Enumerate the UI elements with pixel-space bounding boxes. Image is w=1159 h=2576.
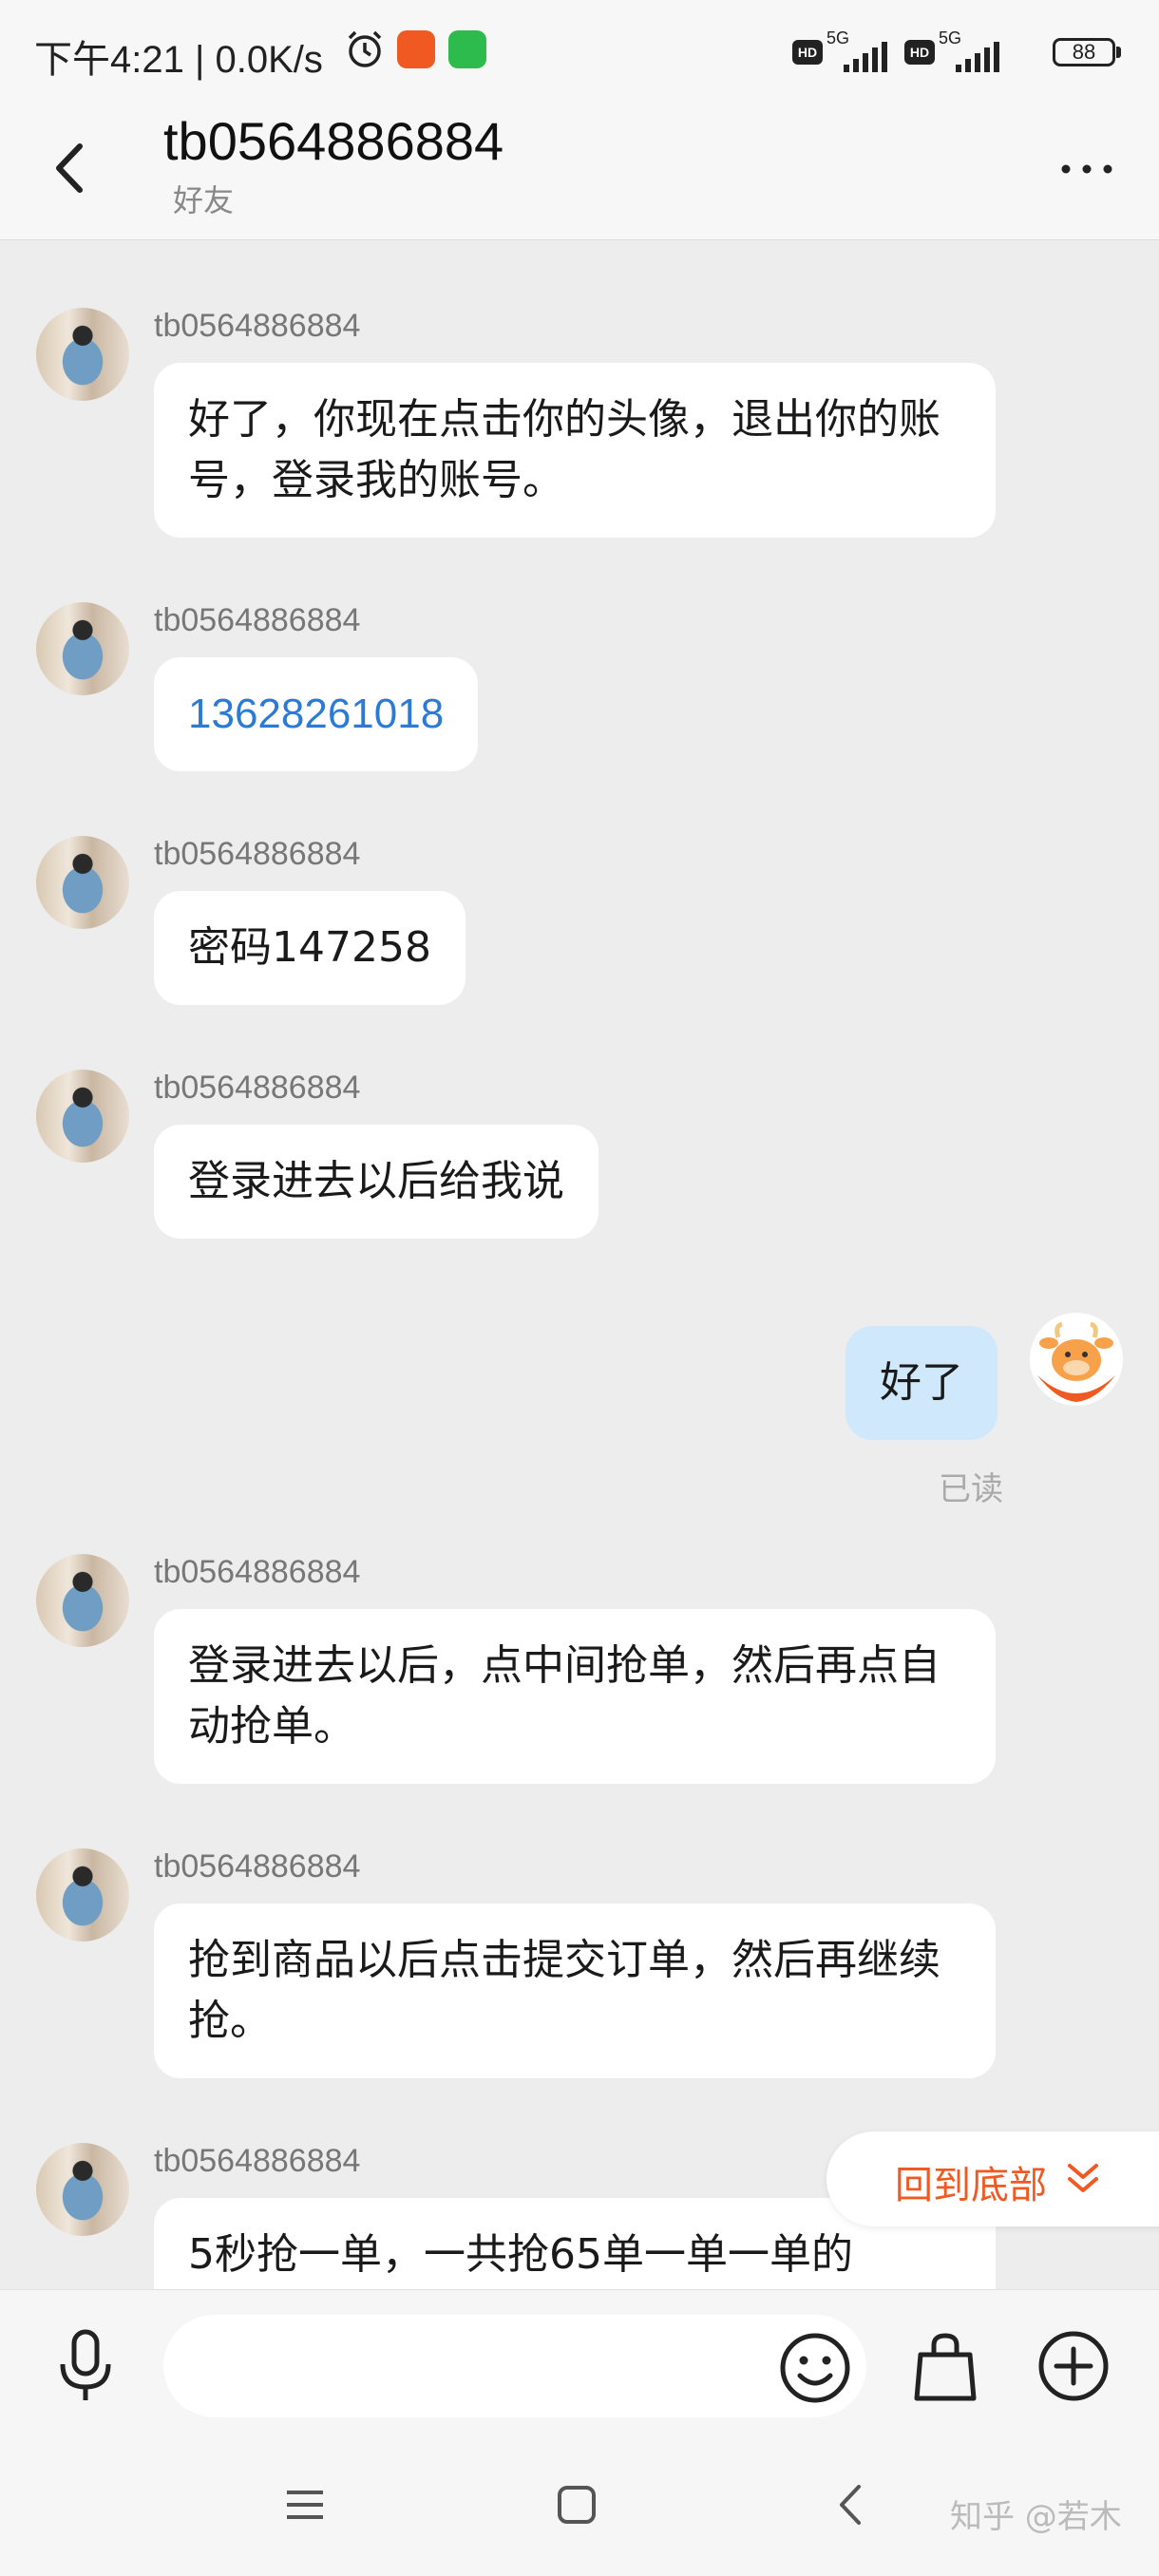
input-bar <box>0 2289 1159 2442</box>
sender-name: tb0564886884 <box>154 1554 361 1590</box>
message-input[interactable] <box>163 2315 866 2417</box>
message-bubble[interactable]: 登录进去以后给我说 <box>154 1125 598 1239</box>
battery-indicator: 88 <box>1053 38 1121 66</box>
system-nav-bar: 知乎 @若木 <box>0 2441 1159 2576</box>
sender-name: tb0564886884 <box>154 602 361 638</box>
avatar[interactable] <box>36 1554 129 1647</box>
home-square-icon[interactable] <box>553 2481 600 2529</box>
avatar[interactable] <box>36 1070 129 1163</box>
sender-name: tb0564886884 <box>154 1848 361 1885</box>
my-avatar[interactable] <box>1030 1313 1123 1406</box>
taobao-notification-icon <box>397 30 435 68</box>
chat-header: tb0564886884 好友 <box>0 103 1159 240</box>
chat-title: tb0564886884 <box>163 111 504 171</box>
avatar[interactable] <box>36 602 129 695</box>
sender-name: tb0564886884 <box>154 308 361 344</box>
mic-icon[interactable] <box>48 2326 124 2406</box>
menu-icon[interactable] <box>281 2481 329 2529</box>
sender-name: tb0564886884 <box>154 836 361 872</box>
back-arrow-icon[interactable] <box>38 125 101 211</box>
wechat-notification-icon <box>448 30 486 68</box>
avatar[interactable] <box>36 308 129 401</box>
sender-name: tb0564886884 <box>154 2143 361 2179</box>
sender-name: tb0564886884 <box>154 1070 361 1106</box>
message-list[interactable]: tb0564886884 好了，你现在点击你的头像，退出你的账号，登录我的账号。… <box>0 239 1159 2289</box>
emoji-icon[interactable] <box>777 2330 853 2406</box>
signal-icon <box>844 42 887 72</box>
phone-number-link[interactable]: 13628261018 <box>154 657 479 771</box>
my-message-bubble[interactable]: 好了 <box>846 1326 998 1440</box>
status-time: 下午4:21 | 0.0K/s <box>34 39 323 81</box>
alarm-icon <box>348 30 382 67</box>
plus-circle-icon[interactable] <box>1036 2328 1112 2404</box>
avatar[interactable] <box>36 2143 129 2236</box>
watermark: 知乎 @若木 <box>950 2498 1122 2536</box>
more-dots-icon[interactable] <box>1049 141 1125 198</box>
avatar[interactable] <box>36 836 129 929</box>
status-bar: 下午4:21 | 0.0K/s HD 5G HD 5G 88 <box>0 0 1159 103</box>
hd-icon: HD <box>792 40 823 65</box>
nav-back-icon[interactable] <box>826 2479 874 2530</box>
status-indicators: HD 5G HD 5G 88 <box>792 28 1121 74</box>
chevron-down-icon <box>1068 2164 1098 2192</box>
message-bubble[interactable]: 登录进去以后，点中间抢单，然后再点自动抢单。 <box>154 1609 996 1784</box>
chat-subtitle: 好友 <box>173 182 235 218</box>
message-bubble[interactable]: 密码147258 <box>154 891 466 1005</box>
shopping-bag-icon[interactable] <box>907 2328 983 2404</box>
hd-icon-2: HD <box>904 40 935 65</box>
scroll-to-bottom-button[interactable]: 回到底部 <box>826 2131 1159 2226</box>
message-bubble[interactable]: 抢到商品以后点击提交订单，然后再继续抢。 <box>154 1904 996 2078</box>
message-bubble[interactable]: 好了，你现在点击你的头像，退出你的账号，登录我的账号。 <box>154 363 996 538</box>
signal-icon-2 <box>956 42 999 72</box>
avatar[interactable] <box>36 1848 129 1941</box>
read-status: 已读 <box>939 1470 1003 1508</box>
scroll-to-bottom-label: 回到底部 <box>895 2164 1047 2207</box>
